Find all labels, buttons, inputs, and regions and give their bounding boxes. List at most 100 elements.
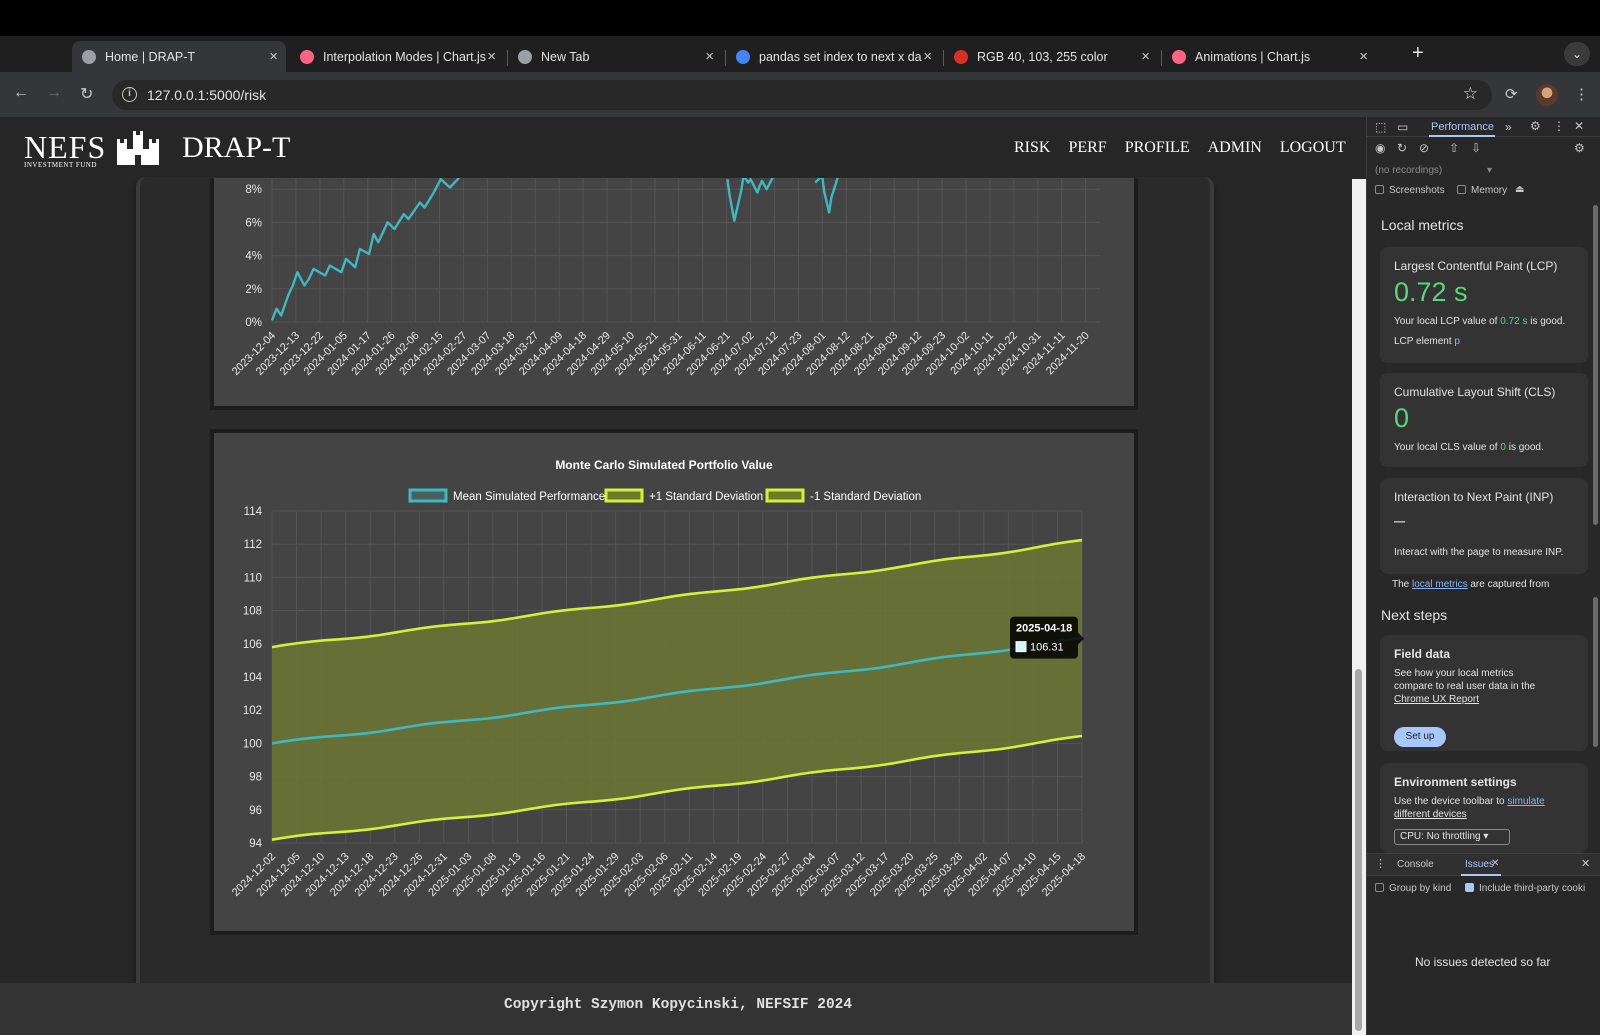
y-tick-label: 8% xyxy=(245,184,262,196)
tab-search-button[interactable]: ⌄ xyxy=(1564,42,1590,66)
url-text: 127.0.0.1:5000/risk xyxy=(147,87,267,103)
chevron-down-icon: ▾ xyxy=(1483,831,1489,842)
site-nav: RISK PERF PROFILE ADMIN LOGOUT xyxy=(1014,139,1346,157)
close-tab-icon[interactable]: × xyxy=(487,48,496,65)
cpu-throttling-select[interactable]: CPU: No throttling ▾ xyxy=(1394,829,1510,845)
web-page: NEFS INVESTMENT FUND DRAP-T RISK PERF PR… xyxy=(0,117,1366,1035)
tab-home-drap-t[interactable]: Home | DRAP-T × xyxy=(72,41,286,72)
garbage-collect-icon[interactable]: ⏏ xyxy=(1515,184,1524,195)
tab-interpolation-modes[interactable]: Interpolation Modes | Chart.js × xyxy=(290,41,504,72)
inp-title: Interaction to Next Paint (INP) xyxy=(1394,490,1554,504)
tab-rgb-color[interactable]: RGB 40, 103, 255 color × xyxy=(944,41,1158,72)
tab-title: pandas set index to next x da xyxy=(759,49,922,64)
lcp-value: 0.72 s xyxy=(1394,277,1468,307)
tab-title: Interpolation Modes | Chart.js xyxy=(323,49,487,64)
different-devices-link[interactable]: different devices xyxy=(1394,808,1467,822)
download-icon[interactable]: ⇩ xyxy=(1471,141,1481,155)
clear-icon[interactable]: ⊘ xyxy=(1419,141,1429,155)
close-drawer-icon[interactable]: ✕ xyxy=(1581,857,1590,870)
memory-checkbox[interactable]: Memory xyxy=(1457,185,1507,196)
page-scrollbar-thumb[interactable] xyxy=(1355,669,1362,1031)
close-issues-tab-icon[interactable]: ✕ xyxy=(1491,858,1499,869)
extension-icon[interactable]: ⟳ xyxy=(1505,85,1518,103)
cls-card: Cumulative Layout Shift (CLS) 0 Your loc… xyxy=(1380,373,1588,467)
tab-animations[interactable]: Animations | Chart.js × xyxy=(1162,41,1376,72)
close-tab-icon[interactable]: × xyxy=(1359,48,1368,65)
more-tabs-icon[interactable]: » xyxy=(1505,120,1512,134)
screenshots-label: Screenshots xyxy=(1389,185,1445,196)
new-tab-button[interactable]: + xyxy=(1412,42,1424,65)
close-tab-icon[interactable]: × xyxy=(923,48,932,65)
site-footer: Copyright Szymon Kopycinski, NEFSIF 2024 xyxy=(0,983,1366,1035)
active-tab-indicator xyxy=(1429,135,1495,137)
site-info-icon[interactable]: i xyxy=(122,87,137,102)
captured-a: The xyxy=(1392,579,1413,590)
tab-pandas-search[interactable]: pandas set index to next x da × xyxy=(726,41,940,72)
cumulative-returns-chart: 0%2%4%6%8%2023-12-042023-12-132023-12-22… xyxy=(230,174,1100,378)
y-tick-label: 98 xyxy=(249,772,262,784)
environment-desc: Use the device toolbar to simulate xyxy=(1394,795,1545,809)
y-tick-label: 4% xyxy=(245,251,262,263)
reload-record-icon[interactable]: ↻ xyxy=(1397,141,1407,155)
device-toolbar-icon[interactable]: ▭ xyxy=(1397,120,1408,134)
local-metrics-link[interactable]: local metrics xyxy=(1412,579,1468,590)
profile-avatar[interactable] xyxy=(1536,84,1558,106)
simulate-link[interactable]: simulate xyxy=(1507,796,1544,807)
std-dev-band xyxy=(272,540,1082,840)
inp-description: Interact with the page to measure INP. xyxy=(1394,547,1564,558)
nav-profile[interactable]: PROFILE xyxy=(1125,139,1190,157)
kebab-menu-icon[interactable]: ⋮ xyxy=(1553,119,1565,133)
recordings-select[interactable]: (no recordings) xyxy=(1375,165,1442,176)
back-arrow-icon[interactable]: ← xyxy=(13,84,29,102)
capture-settings-icon[interactable]: ⚙ xyxy=(1574,141,1585,155)
forward-arrow-icon[interactable]: → xyxy=(46,84,62,102)
captured-note: The local metrics are captured from xyxy=(1392,579,1549,590)
reload-icon[interactable]: ↻ xyxy=(80,84,93,104)
chrome-ux-report-link[interactable]: Chrome UX Report xyxy=(1394,693,1479,707)
chartjs-favicon-icon xyxy=(1172,49,1186,64)
devtools-tabbar: ⬚ ▭ Performance » ⚙ ⋮ ✕ xyxy=(1367,117,1600,137)
chrome-menu-icon[interactable]: ⋮ xyxy=(1574,85,1589,103)
record-icon[interactable]: ◉ xyxy=(1375,141,1385,155)
devtools-scrollbar-thumb-2[interactable] xyxy=(1593,597,1598,747)
site-brand: DRAP-T xyxy=(182,131,291,164)
third-party-checkbox[interactable]: Include third-party cooki xyxy=(1465,883,1585,894)
nav-logout[interactable]: LOGOUT xyxy=(1280,139,1346,157)
nav-perf[interactable]: PERF xyxy=(1068,139,1106,157)
close-tab-icon[interactable]: × xyxy=(705,48,714,65)
inp-value: – xyxy=(1394,510,1406,532)
close-devtools-icon[interactable]: ✕ xyxy=(1574,119,1584,133)
group-by-kind-checkbox[interactable]: Group by kind xyxy=(1375,883,1451,894)
page-scrollbar[interactable] xyxy=(1352,179,1366,1035)
inspect-element-icon[interactable]: ⬚ xyxy=(1375,120,1386,134)
settings-gear-icon[interactable]: ⚙ xyxy=(1530,119,1541,133)
tab-issues[interactable]: Issues xyxy=(1465,859,1494,870)
nav-risk[interactable]: RISK xyxy=(1014,139,1050,157)
close-tab-icon[interactable]: × xyxy=(1141,48,1150,65)
tab-new-tab[interactable]: New Tab × xyxy=(508,41,722,72)
legend-swatch xyxy=(408,488,448,503)
address-bar[interactable]: i 127.0.0.1:5000/risk ☆ xyxy=(112,80,1492,110)
returns-line-segment-0 xyxy=(270,176,461,321)
tab-console[interactable]: Console xyxy=(1397,859,1434,870)
y-tick-label: 114 xyxy=(244,506,263,518)
tab-title: Animations | Chart.js xyxy=(1195,49,1311,64)
nav-admin[interactable]: ADMIN xyxy=(1208,139,1262,157)
drawer-menu-icon[interactable]: ⋮ xyxy=(1375,857,1386,870)
screenshots-checkbox[interactable]: Screenshots xyxy=(1375,185,1445,196)
tab-performance[interactable]: Performance xyxy=(1431,121,1494,133)
lcp-element-link[interactable]: p xyxy=(1454,336,1460,347)
close-tab-icon[interactable]: × xyxy=(269,48,278,65)
bookmark-star-icon[interactable]: ☆ xyxy=(1463,84,1478,104)
cls-desc-b: is good. xyxy=(1505,442,1544,453)
devtools-scrollbar-thumb[interactable] xyxy=(1593,205,1598,525)
checkbox-box xyxy=(1375,883,1384,892)
lcp-desc-a: Your local LCP value of xyxy=(1394,316,1501,327)
site-header: NEFS INVESTMENT FUND DRAP-T RISK PERF PR… xyxy=(0,117,1366,183)
environment-title: Environment settings xyxy=(1394,775,1517,789)
upload-icon[interactable]: ⇧ xyxy=(1449,141,1459,155)
setup-button[interactable]: Set up xyxy=(1394,727,1446,747)
y-tick-label: 112 xyxy=(244,539,262,551)
legend-swatch xyxy=(765,488,805,503)
group-by-kind-label: Group by kind xyxy=(1389,883,1452,894)
